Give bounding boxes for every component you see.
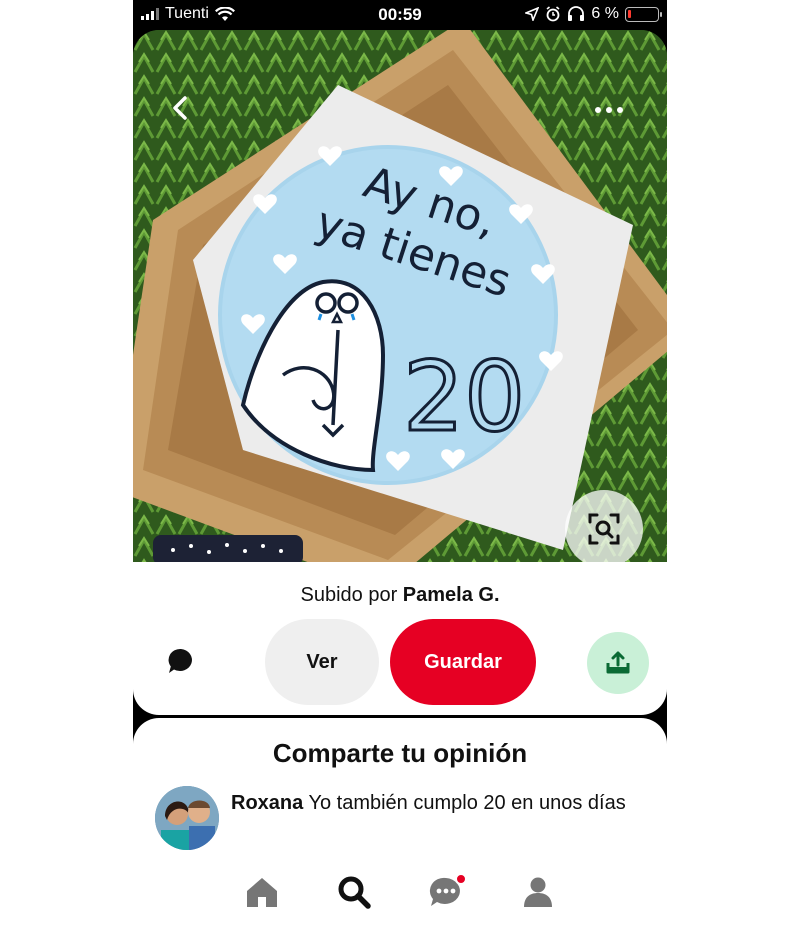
- cake-photo: Ay no, ya tienes 20: [133, 30, 667, 562]
- uploaded-by-label: Subido por: [300, 584, 398, 606]
- visual-search-button[interactable]: [565, 490, 643, 562]
- search-icon: [338, 876, 371, 909]
- cake-text-line-3: 20: [403, 341, 525, 453]
- more-options-button[interactable]: [591, 102, 627, 118]
- share-icon: [606, 651, 630, 674]
- nav-search[interactable]: [331, 869, 377, 915]
- home-icon: [247, 878, 277, 907]
- pin-image[interactable]: Ay no, ya tienes 20: [133, 30, 667, 562]
- avatar[interactable]: [155, 786, 219, 850]
- save-button[interactable]: Guardar: [390, 619, 536, 705]
- alarm-icon: [546, 6, 560, 22]
- bottom-nav: [133, 857, 667, 950]
- pin-action-panel: Subido por Pamela G. Ver Guardar: [133, 562, 667, 715]
- uploader-name[interactable]: Pamela G.: [403, 584, 500, 606]
- comment-author[interactable]: Roxana: [231, 792, 303, 814]
- comments-sheet: Comparte tu opinión Roxana Yo también cu…: [133, 718, 667, 878]
- comments-title: Comparte tu opinión: [272, 738, 528, 768]
- battery-icon: [625, 6, 662, 22]
- phone-screen: Tuenti 00:59 6 % Ay no, ya tienes 20 Sub…: [133, 0, 667, 950]
- nav-home[interactable]: [239, 869, 285, 915]
- comment-body: Yo también cumplo 20 en unos días: [308, 792, 626, 814]
- nav-messages[interactable]: [423, 869, 469, 915]
- profile-icon: [524, 877, 552, 907]
- status-bar: Tuenti 00:59 6 %: [133, 0, 667, 30]
- nav-profile[interactable]: [515, 869, 561, 915]
- visit-button[interactable]: Ver: [265, 619, 379, 705]
- battery-percent: 6 %: [591, 5, 619, 22]
- headphones-icon: [568, 6, 585, 21]
- back-chevron-icon[interactable]: [167, 94, 195, 122]
- comment-text: Roxana Yo también cumplo 20 en unos días: [231, 790, 651, 817]
- uploaded-by: Subido por Pamela G.: [133, 584, 667, 607]
- share-button[interactable]: [587, 632, 649, 694]
- location-arrow-icon: [525, 7, 540, 21]
- notification-badge: [455, 873, 467, 885]
- comment-icon[interactable]: [166, 646, 196, 676]
- visual-search-icon: [588, 513, 620, 545]
